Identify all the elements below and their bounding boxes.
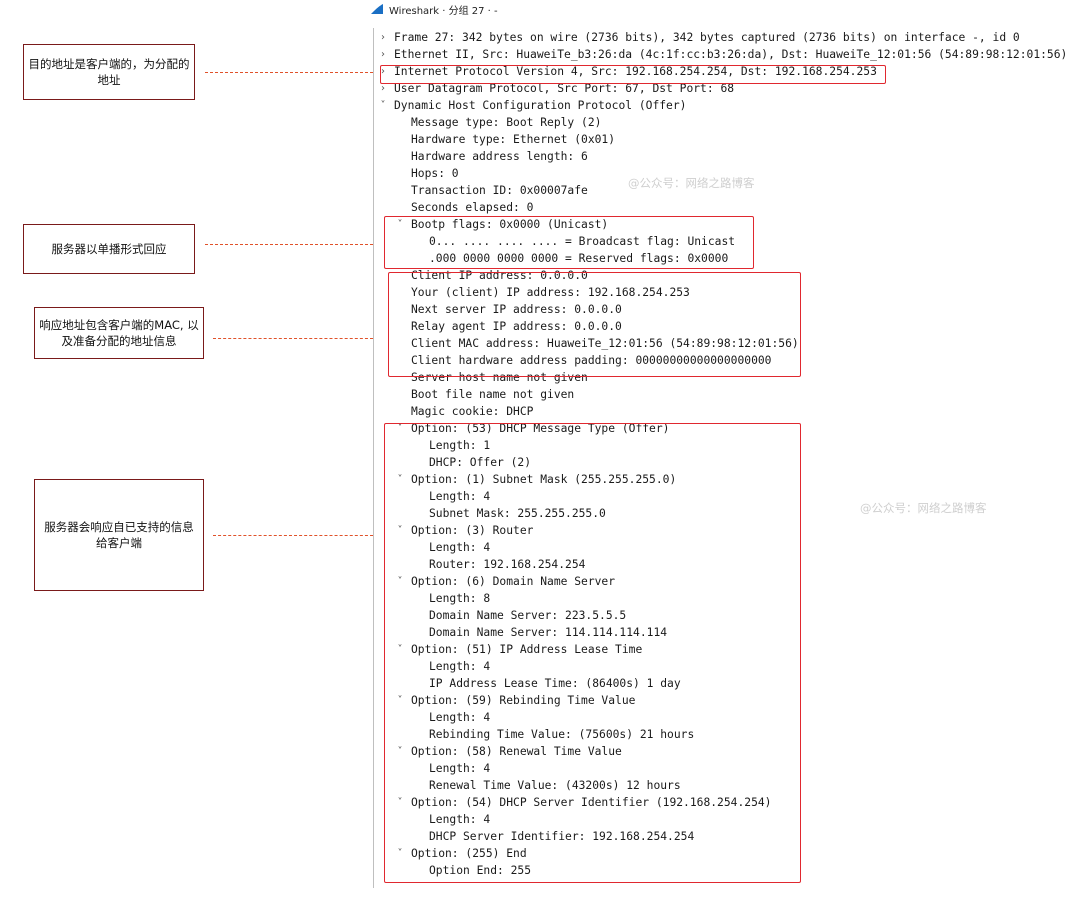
window-title: Wireshark · 分组 27 · - — [389, 5, 498, 17]
tree-row-label: Hardware address length: 6 — [411, 150, 588, 163]
tree-row-label: Seconds elapsed: 0 — [411, 201, 534, 214]
connector-server-options — [213, 535, 373, 536]
note-server-options-text: 服务器会响应自已支持的信息给客户端 — [44, 520, 194, 550]
note-unicast-reply: 服务器以单播形式回应 — [23, 224, 195, 274]
highlight-bootp-flags — [384, 216, 754, 269]
tree-row-label: Message type: Boot Reply (2) — [411, 116, 602, 129]
highlight-dhcp-options — [384, 423, 801, 883]
tree-row[interactable]: › Ethernet II, Src: HuaweiTe_b3:26:da (4c… — [374, 46, 1080, 63]
highlight-ipv4 — [380, 65, 886, 84]
connector-ip-destination — [205, 72, 373, 73]
tree-row[interactable]: Seconds elapsed: 0 — [374, 199, 1080, 216]
tree-row[interactable]: Hardware address length: 6 — [374, 148, 1080, 165]
highlight-client-addresses — [388, 272, 801, 377]
watermark: @公众号：网络之路博客 — [860, 501, 987, 515]
chevron-right-icon[interactable]: › — [378, 29, 388, 46]
tree-row-label: Boot file name not given — [411, 388, 575, 401]
connector-client-mac — [213, 338, 373, 339]
note-ip-destination: 目的地址是客户端的，为分配的地址 — [23, 44, 195, 100]
chevron-down-icon[interactable]: ˅ — [378, 97, 388, 114]
tree-row[interactable]: Hardware type: Ethernet (0x01) — [374, 131, 1080, 148]
note-server-options: 服务器会响应自已支持的信息给客户端 — [34, 479, 204, 591]
connector-unicast-reply — [205, 244, 373, 245]
note-client-mac-text: 响应地址包含客户端的MAC, 以及准备分配的地址信息 — [39, 318, 199, 348]
tree-row-label: Frame 27: 342 bytes on wire (2736 bits),… — [394, 31, 1020, 44]
tree-row[interactable]: Magic cookie: DHCP — [374, 403, 1080, 420]
tree-row[interactable]: Message type: Boot Reply (2) — [374, 114, 1080, 131]
note-ip-destination-text: 目的地址是客户端的，为分配的地址 — [28, 57, 190, 87]
tree-row-label: Magic cookie: DHCP — [411, 405, 534, 418]
tree-row[interactable]: › Frame 27: 342 bytes on wire (2736 bits)… — [374, 29, 1080, 46]
window-titlebar: Wireshark · 分组 27 · - — [370, 0, 1080, 18]
tree-row-label: Hops: 0 — [411, 167, 459, 180]
watermark: @公众号：网络之路博客 — [628, 176, 755, 190]
chevron-right-icon[interactable]: › — [378, 46, 388, 63]
tree-row[interactable]: ˅ Dynamic Host Configuration Protocol (Of… — [374, 97, 1080, 114]
tree-row-label: Ethernet II, Src: HuaweiTe_b3:26:da (4c:… — [394, 48, 1068, 61]
note-unicast-reply-text: 服务器以单播形式回应 — [51, 242, 167, 256]
tree-row-label: Transaction ID: 0x00007afe — [411, 184, 588, 197]
tree-row[interactable]: Boot file name not given — [374, 386, 1080, 403]
wireshark-logo-icon — [371, 4, 383, 14]
note-client-mac: 响应地址包含客户端的MAC, 以及准备分配的地址信息 — [34, 307, 204, 359]
tree-row-label: Dynamic Host Configuration Protocol (Off… — [394, 99, 687, 112]
tree-row-label: Hardware type: Ethernet (0x01) — [411, 133, 616, 146]
